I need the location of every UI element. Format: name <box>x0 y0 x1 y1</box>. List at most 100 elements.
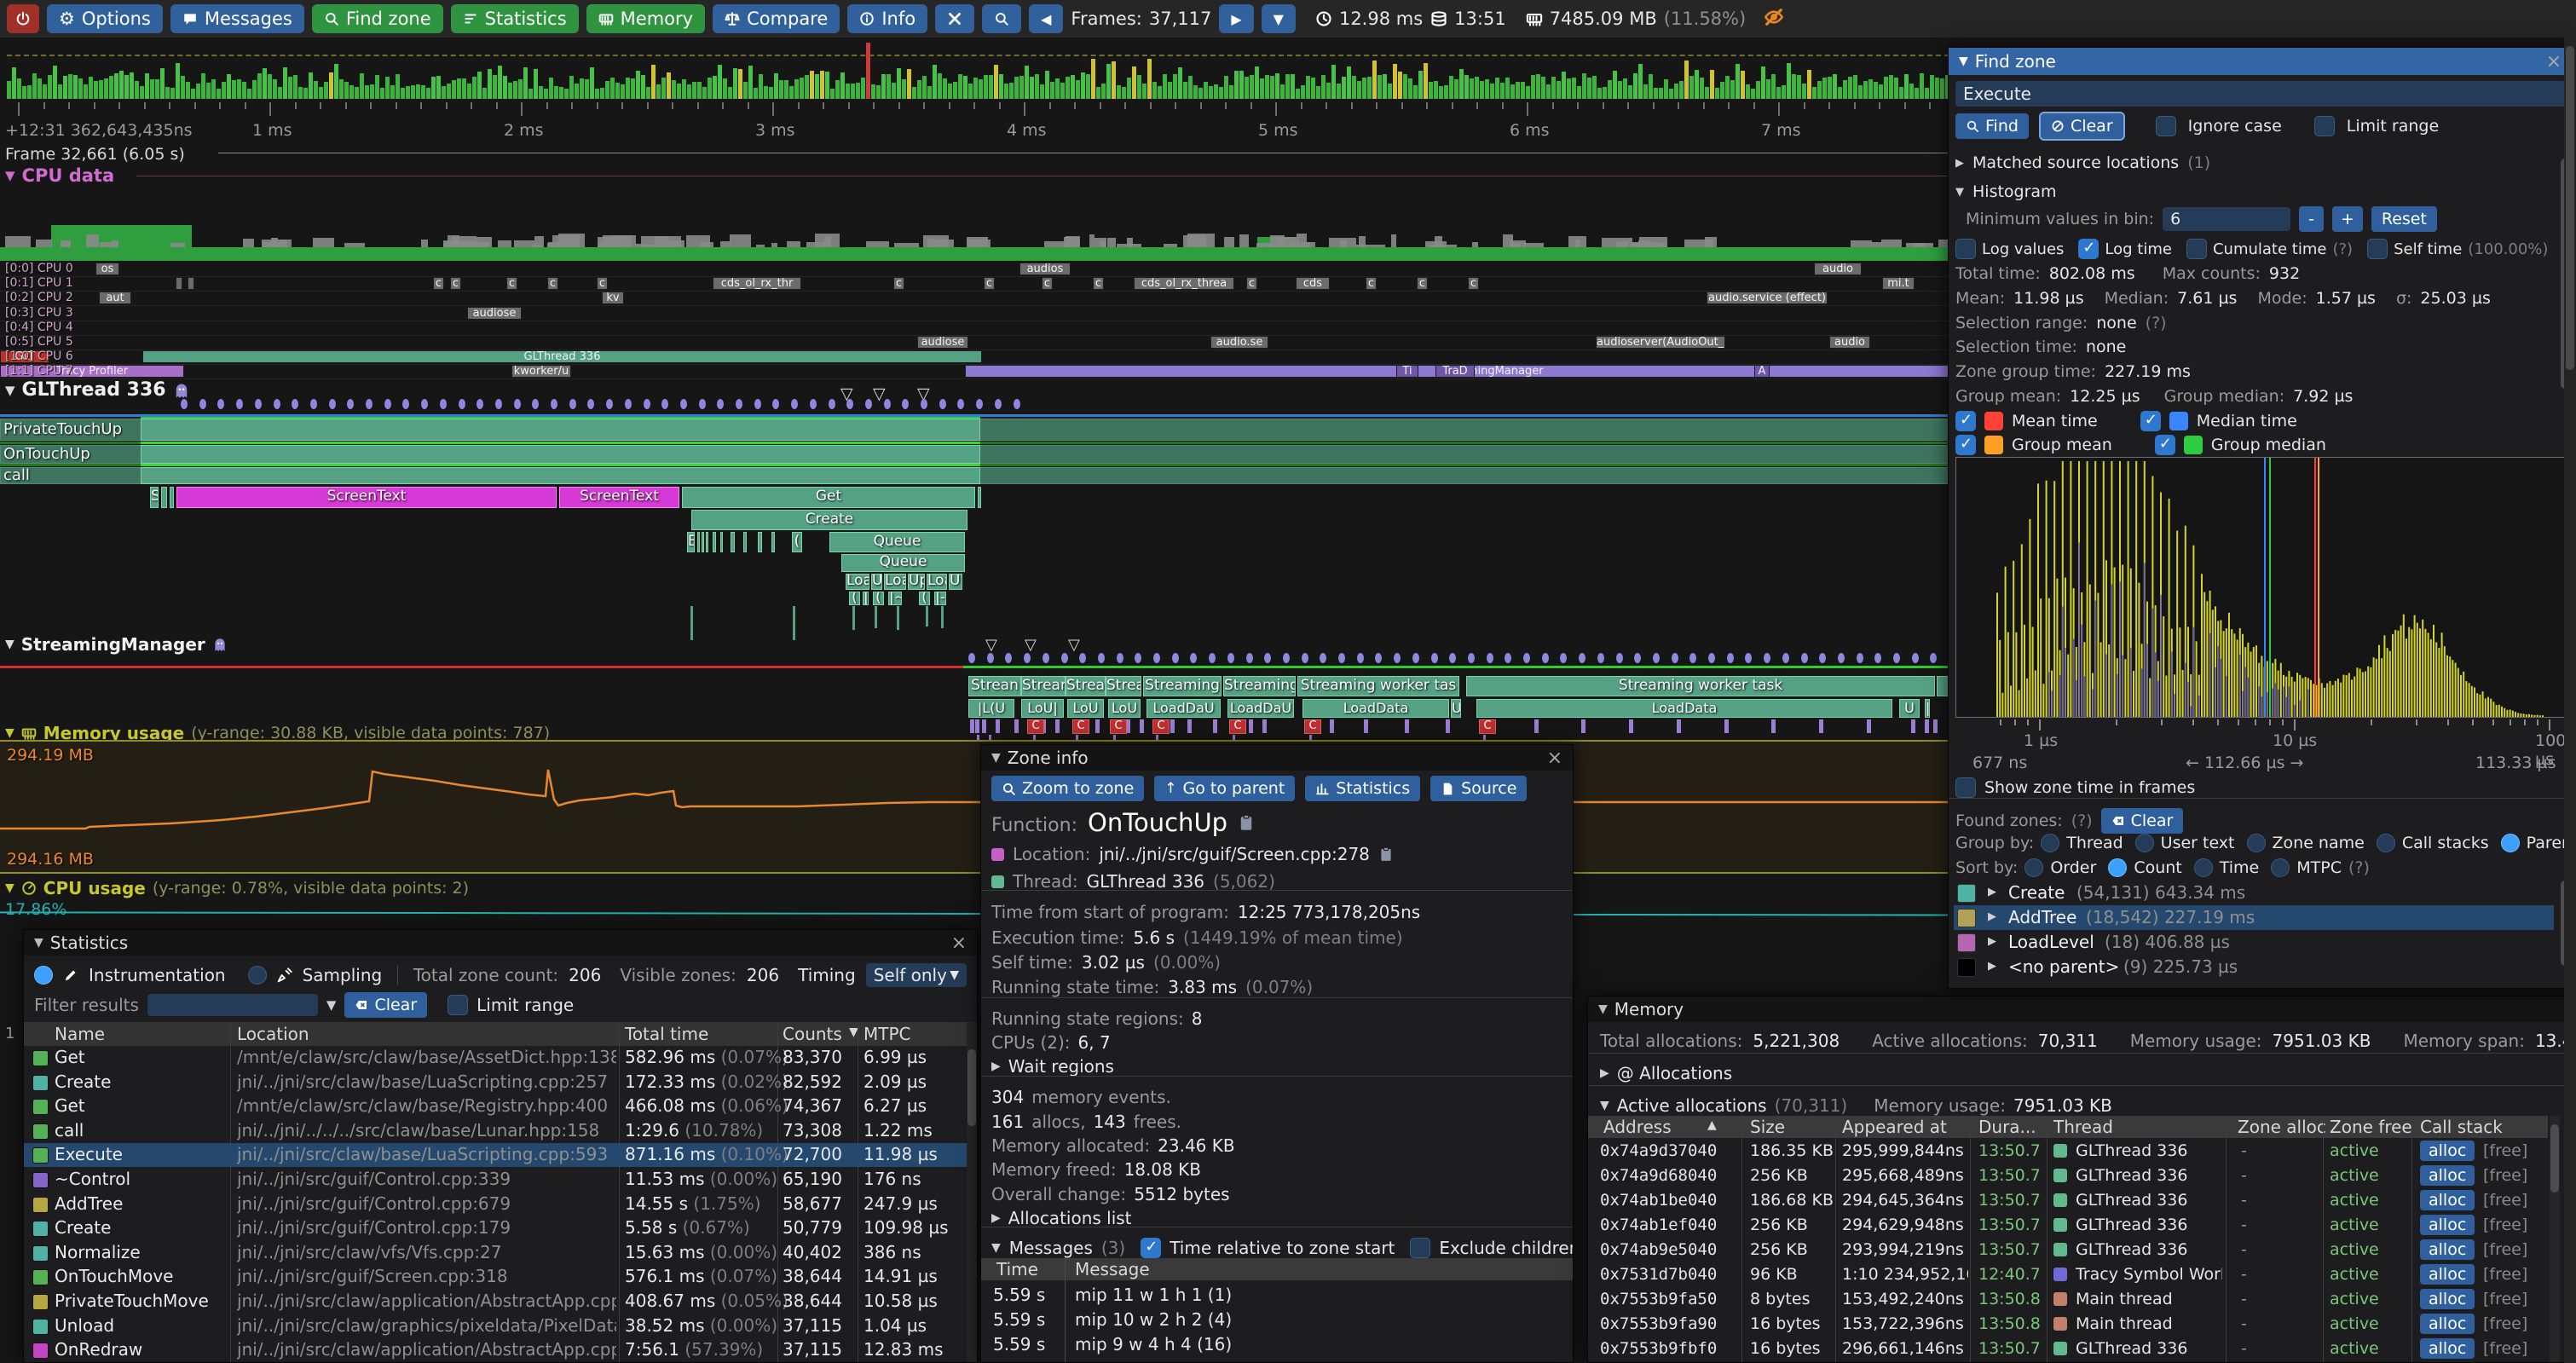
frame-bar[interactable] <box>1915 88 1919 99</box>
zone-thin[interactable] <box>1213 719 1217 733</box>
frame-bar[interactable] <box>1536 74 1540 99</box>
frame-bar[interactable] <box>191 89 195 99</box>
frame-bar[interactable] <box>1424 63 1428 99</box>
frame-bar[interactable] <box>1889 75 1893 99</box>
streaming-header[interactable]: ▼StreamingManager <box>5 634 228 655</box>
sample-dot[interactable] <box>1764 653 1770 663</box>
found-zone-row[interactable]: ▶AddTree(18,542) 227.19 ms <box>1954 905 2554 930</box>
zone-thin[interactable] <box>1724 719 1729 733</box>
column-header-appeared-at[interactable]: Appeared at <box>1842 1117 1947 1137</box>
frame-bar[interactable] <box>881 74 886 99</box>
zone[interactable]: | <box>863 592 869 605</box>
sample-dot[interactable] <box>1653 653 1660 663</box>
frame-bar[interactable] <box>1413 85 1418 99</box>
sample-dot[interactable] <box>1542 653 1549 663</box>
collapse-arrow-icon[interactable]: ▼ <box>5 881 14 895</box>
frame-bar[interactable] <box>508 83 512 99</box>
frame-bar[interactable] <box>63 76 67 99</box>
frame-bar[interactable] <box>1541 77 1545 99</box>
frame-bar[interactable] <box>887 74 891 99</box>
frame-bar[interactable] <box>692 82 696 99</box>
frame-bar[interactable] <box>1736 64 1740 99</box>
allocations-list-label[interactable]: Allocations list <box>1008 1208 1132 1228</box>
collapse-arrow-icon[interactable]: ▼ <box>5 383 15 398</box>
cpu-zone[interactable]: audioserver(AudioOut_D) <box>1596 336 1725 349</box>
source-button[interactable]: Source <box>1430 776 1527 801</box>
sample-dot[interactable] <box>902 399 909 409</box>
zone-thin[interactable] <box>1677 719 1681 733</box>
statistics-titlebar[interactable]: ▼Statistics× <box>24 930 977 956</box>
sample-dot[interactable] <box>347 399 354 409</box>
frame-bar[interactable] <box>907 69 911 99</box>
sample-dot[interactable] <box>939 399 946 409</box>
frame-bar[interactable] <box>1234 71 1239 99</box>
frame-bar[interactable] <box>263 68 267 99</box>
frame-bar[interactable] <box>672 80 676 99</box>
find-zone-titlebar[interactable]: ▼Find zone× <box>1949 48 2572 75</box>
frame-bar[interactable] <box>1173 74 1177 99</box>
frame-bar[interactable] <box>897 68 901 99</box>
sample-dot[interactable] <box>987 653 994 663</box>
message-marker-icon[interactable]: ▽ <box>1025 636 1037 654</box>
zone[interactable] <box>978 487 981 508</box>
expand-arrow-icon[interactable]: ▶ <box>1988 960 1996 973</box>
column-header-zone-alloc[interactable]: Zone alloc <box>2238 1117 2326 1137</box>
column-header-size[interactable]: Size <box>1750 1117 1785 1137</box>
cpu-zone[interactable]: mi.t <box>1882 277 1915 290</box>
frame-bar[interactable] <box>68 74 72 99</box>
frame-bar[interactable] <box>1055 78 1060 99</box>
zoom-to-zone-button[interactable]: Zoom to zone <box>991 776 1144 801</box>
frame-bar[interactable] <box>759 74 763 99</box>
sample-dot[interactable] <box>1708 653 1715 663</box>
zone-thin[interactable] <box>970 719 974 733</box>
table-row[interactable]: Normalizejni/../jni/src/claw/vfs/Vfs.cpp… <box>24 1241 968 1265</box>
frame-bar[interactable] <box>431 77 436 99</box>
frame-bar[interactable] <box>708 78 712 99</box>
frame-bar[interactable] <box>426 88 430 99</box>
alloc-callstack-button[interactable]: alloc <box>2420 1190 2475 1210</box>
frame-bar[interactable] <box>871 84 875 99</box>
frame-bar[interactable] <box>1137 75 1141 99</box>
frame-bar[interactable] <box>365 85 369 99</box>
frame-bar[interactable] <box>1930 75 1934 99</box>
zone-thin[interactable] <box>1187 719 1192 733</box>
collapse-arrow-icon[interactable]: ▼ <box>991 1241 1001 1255</box>
frame-bar[interactable] <box>1756 81 1760 99</box>
frame-bar[interactable] <box>344 82 349 99</box>
frame-bar[interactable] <box>278 87 282 99</box>
sample-dot[interactable] <box>1672 653 1678 663</box>
frame-bar[interactable] <box>273 79 277 99</box>
frame-bar[interactable] <box>447 84 451 99</box>
frame-bar[interactable] <box>713 76 717 99</box>
frame-bar[interactable] <box>569 76 574 99</box>
sort-by-option[interactable]: Count <box>2134 858 2181 877</box>
sample-dot[interactable] <box>1357 653 1364 663</box>
frame-bar[interactable] <box>1066 77 1070 99</box>
column-header-thread[interactable]: Thread <box>2053 1117 2113 1137</box>
frame-bar[interactable] <box>165 87 170 99</box>
frame-bar[interactable] <box>1301 85 1305 99</box>
frame-bar[interactable] <box>293 75 297 99</box>
allocation-row[interactable]: 0x74ab1ef040256 KB294,629,948ns13:50.7GL… <box>1588 1214 2548 1239</box>
cpu-zone[interactable]: c <box>450 277 461 290</box>
frame-bar[interactable] <box>1833 74 1837 99</box>
zone-info-titlebar[interactable]: ▼Zone info× <box>981 745 1573 771</box>
sample-dot[interactable] <box>1246 653 1253 663</box>
frame-bar[interactable] <box>252 80 257 99</box>
frame-bar[interactable] <box>288 77 292 99</box>
expand-arrow-icon[interactable]: ▶ <box>1955 157 1964 170</box>
group-by-radio-zone-name[interactable] <box>2247 834 2266 852</box>
frame-bar[interactable] <box>1817 81 1822 99</box>
zone-red[interactable]: C <box>1304 719 1321 734</box>
cpu-zone[interactable]: GLThread 336 <box>142 350 982 363</box>
zone[interactable] <box>758 532 762 552</box>
frame-bar[interactable] <box>943 78 947 99</box>
sample-dot[interactable] <box>1634 653 1641 663</box>
frame-select-button[interactable]: ▼ <box>1262 4 1296 33</box>
statistics-button[interactable]: Statistics <box>1305 776 1420 801</box>
cpu-zone[interactable]: c <box>547 277 558 290</box>
frame-bar[interactable] <box>1863 81 1868 99</box>
frame-bar[interactable] <box>1874 82 1878 99</box>
sample-dot[interactable] <box>1857 653 1863 663</box>
sample-dot[interactable] <box>1005 653 1012 663</box>
